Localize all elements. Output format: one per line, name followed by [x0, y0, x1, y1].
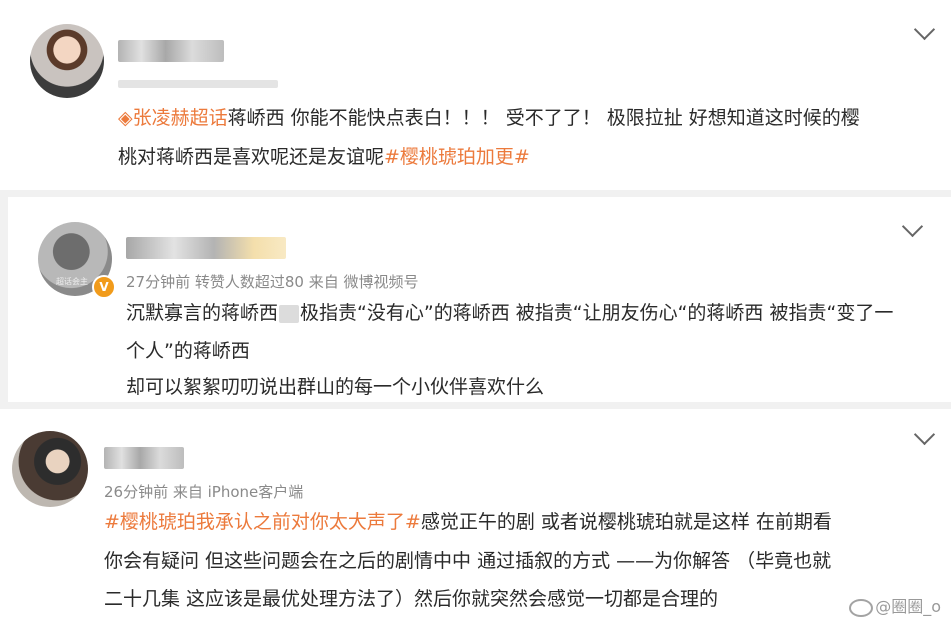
post-line: 极指责“没有心”的蒋峤西 被指责“让朋友伤心“的蒋峤西 被指责“变了一: [300, 302, 894, 324]
post-text: ◈张凌赫超话蒋峤西 你能不能快点表白！！！ 受不了了！ 极限拉扯 好想知道这时候…: [118, 100, 860, 136]
chevron-down-icon[interactable]: [901, 215, 924, 238]
meta-blurred: [118, 80, 278, 88]
post-card-3: 26分钟前 来自 iPhone客户端 #樱桃琥珀我承认之前对你太大声了#感觉正午…: [0, 409, 951, 623]
post-line: 蒋峤西 你能不能快点表白！！！ 受不了了！ 极限拉扯 好想知道这时候的樱: [227, 107, 860, 129]
post-text-line2: 桃对蒋峤西是喜欢呢还是友谊呢#樱桃琥珀加更#: [118, 139, 530, 175]
post-meta: 26分钟前 来自 iPhone客户端: [104, 483, 304, 501]
post-line: 桃对蒋峤西是喜欢呢还是友谊呢: [118, 146, 385, 168]
post-text: 沉默寡言的蒋峤西 极指责“没有心”的蒋峤西 被指责“让朋友伤心“的蒋峤西 被指责“…: [126, 295, 893, 331]
username-blurred[interactable]: [126, 237, 286, 259]
watermark-text: @圈圈_o: [875, 597, 941, 616]
post-line: 却可以絮絮叨叨说出群山的每一个小伙伴喜欢什么: [126, 376, 545, 398]
post-card-1: ◈张凌赫超话蒋峤西 你能不能快点表白！！！ 受不了了！ 极限拉扯 好想知道这时候…: [0, 0, 951, 190]
post-line: 你会有疑问 但这些问题会在之后的剧情中中 通过插叙的方式 ——为你解答 （毕竟也…: [104, 550, 832, 572]
hashtag-link[interactable]: #樱桃琥珀我承认之前对你太大声了#: [104, 511, 421, 533]
post-line: 沉默寡言的蒋峤西: [126, 302, 279, 324]
post-text-line3: 却可以絮絮叨叨说出群山的每一个小伙伴喜欢什么: [126, 369, 544, 405]
post-text: #樱桃琥珀我承认之前对你太大声了#感觉正午的剧 或者说樱桃琥珀就是这样 在前期看: [104, 504, 832, 540]
username-blurred[interactable]: [104, 447, 184, 469]
hashtag-link[interactable]: #樱桃琥珀加更#: [384, 146, 530, 168]
post-line: 个人”的蒋峤西: [126, 340, 250, 362]
username-blurred[interactable]: [118, 40, 224, 62]
avatar[interactable]: [12, 431, 88, 507]
avatar-caption: 超话会主: [56, 277, 88, 286]
supertopic-link[interactable]: 张凌赫超话: [133, 107, 228, 129]
post-line: 感觉正午的剧 或者说樱桃琥珀就是这样 在前期看: [420, 511, 832, 533]
post-text-line2: 你会有疑问 但这些问题会在之后的剧情中中 通过插叙的方式 ——为你解答 （毕竟也…: [104, 543, 831, 579]
blurred-text: [279, 304, 300, 323]
chevron-down-icon[interactable]: [913, 423, 936, 446]
verified-badge-icon: V: [92, 275, 116, 299]
post-meta: 27分钟前 转赞人数超过80 来自 微博视频号: [126, 273, 419, 291]
supertopic-icon[interactable]: ◈: [118, 107, 133, 129]
avatar[interactable]: [30, 24, 104, 98]
chevron-down-icon[interactable]: [913, 18, 936, 41]
watermark: @圈圈_o: [849, 593, 941, 617]
post-card-2: 超话会主 V 27分钟前 转赞人数超过80 来自 微博视频号 沉默寡言的蒋峤西极…: [8, 197, 951, 402]
post-text-line3: 二十几集 这应该是最优处理方法了）然后你就突然会感觉一切都是合理的: [104, 581, 718, 617]
post-text-line2: 个人”的蒋峤西: [126, 333, 250, 369]
post-line: 二十几集 这应该是最优处理方法了）然后你就突然会感觉一切都是合理的: [104, 588, 719, 610]
weibo-logo-icon: [849, 598, 874, 617]
